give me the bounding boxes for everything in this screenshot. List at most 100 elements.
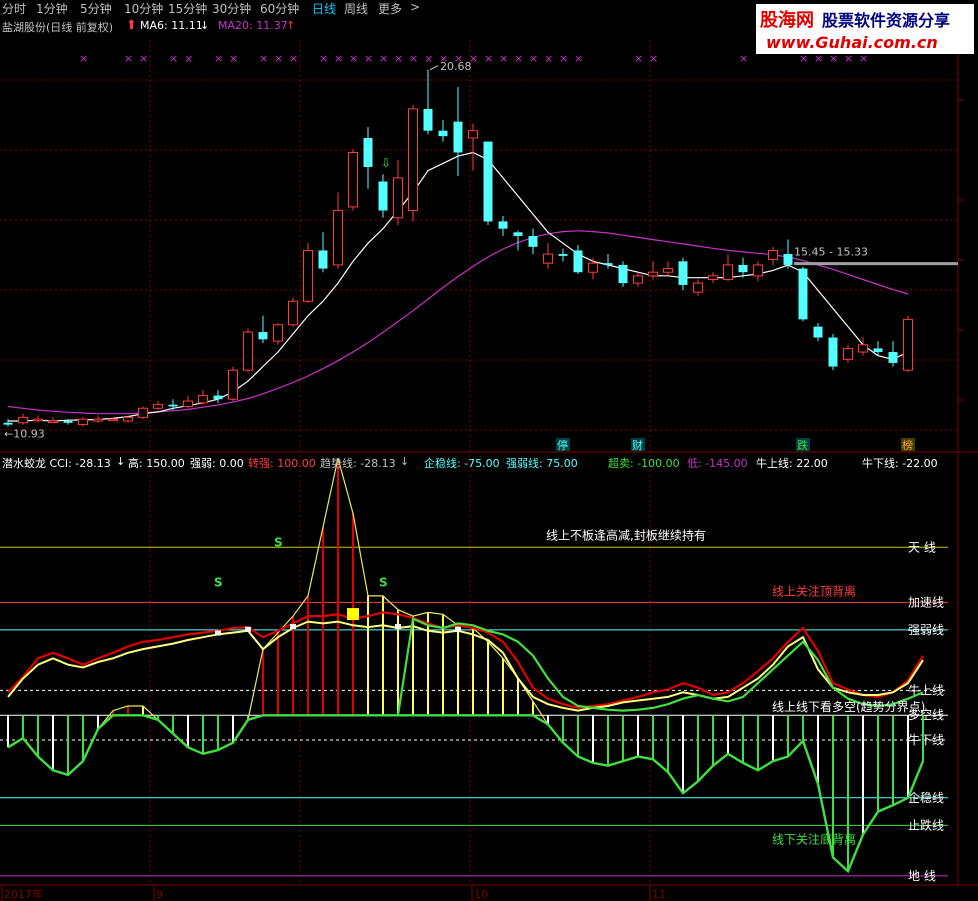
candle-14 bbox=[213, 390, 223, 403]
candle-49 bbox=[738, 257, 748, 278]
candle-body bbox=[483, 141, 493, 222]
candle-body bbox=[453, 121, 463, 153]
signal-cross-15: × bbox=[394, 52, 403, 65]
candle-body bbox=[258, 332, 268, 340]
ma6-arrow-icon: ⬆ bbox=[126, 18, 137, 33]
logo-url: www.Guhai.com.cn bbox=[766, 33, 938, 52]
logo-slogan: 股票软件资源分享 bbox=[822, 11, 950, 30]
candle-body bbox=[423, 108, 433, 131]
candle-33 bbox=[498, 215, 508, 236]
candle-29 bbox=[438, 119, 448, 142]
date-axis: 2017年 9 10 11 bbox=[1, 885, 666, 901]
event-tag-label: 榜 bbox=[902, 438, 913, 452]
candle-body bbox=[558, 254, 568, 256]
legend-bull-down: 牛下线: -22.00 bbox=[862, 457, 938, 470]
site-logo[interactable]: 股海网 股票软件资源分享 www.Guhai.com.cn bbox=[756, 4, 974, 54]
candle-50 bbox=[753, 261, 763, 282]
level-label-7: 止跌线 bbox=[908, 817, 944, 832]
tab-3[interactable]: 10分钟 bbox=[124, 0, 163, 17]
tab-6[interactable]: 60分钟 bbox=[260, 0, 299, 17]
candle-body bbox=[888, 352, 898, 363]
ind-white-marker-2 bbox=[290, 624, 296, 630]
s-mark-1: S bbox=[274, 536, 283, 550]
tab-5[interactable]: 30分钟 bbox=[212, 0, 251, 17]
candle-5 bbox=[78, 417, 88, 427]
tab-8[interactable]: 周线 bbox=[344, 0, 368, 17]
signal-cross-27: × bbox=[574, 52, 583, 65]
signal-cross-28: × bbox=[634, 52, 643, 65]
candle-body bbox=[273, 324, 283, 342]
tab-1[interactable]: 1分钟 bbox=[36, 0, 68, 17]
tab-9[interactable]: 更多 bbox=[378, 0, 402, 17]
candle-16 bbox=[243, 328, 253, 372]
candle-body bbox=[663, 268, 673, 273]
candle-42 bbox=[633, 272, 643, 287]
tab-0[interactable]: 分时 bbox=[2, 0, 26, 17]
candle-body bbox=[138, 407, 148, 418]
signal-arrow-icon: ⇩ bbox=[381, 156, 391, 170]
ind-white-marker-1 bbox=[245, 626, 251, 632]
indicator-annotation-3: 线下关注底背离 bbox=[772, 831, 856, 846]
event-tag-label: 财 bbox=[632, 438, 643, 452]
date-label-2: 10 bbox=[474, 888, 488, 901]
candle-13 bbox=[198, 390, 208, 405]
candle-body bbox=[753, 264, 763, 277]
candle-body bbox=[18, 416, 28, 424]
candle-52 bbox=[783, 239, 793, 269]
candle-32 bbox=[483, 141, 493, 226]
candle-22 bbox=[333, 192, 343, 269]
candle-body bbox=[828, 337, 838, 367]
legend-oversold: 超卖: -100.00 bbox=[608, 457, 680, 470]
event-tag-label: 跌 bbox=[797, 438, 808, 452]
tab-7[interactable]: 日线 bbox=[312, 0, 336, 17]
candle-0 bbox=[3, 419, 13, 427]
candle-body bbox=[363, 137, 373, 167]
date-label-0: 2017年 bbox=[4, 887, 43, 901]
signal-cross-5: × bbox=[214, 52, 223, 65]
ind-white-marker-0 bbox=[215, 630, 221, 636]
signal-cross-17: × bbox=[424, 52, 433, 65]
candle-body bbox=[63, 420, 73, 423]
candle-38 bbox=[573, 245, 583, 275]
tab-2[interactable]: 5分钟 bbox=[80, 0, 112, 17]
legend-cci-arrow: ↓ bbox=[116, 455, 126, 468]
date-label-1: 9 bbox=[156, 888, 163, 901]
candle-26 bbox=[393, 159, 403, 226]
date-label-3: 11 bbox=[652, 888, 666, 901]
candle-body bbox=[93, 418, 103, 422]
signal-cross-3: × bbox=[169, 52, 178, 65]
candle-body bbox=[153, 404, 163, 409]
chart-canvas: × × × × × × × × × × × × × × × × × × × × × × × × × × × × × × × × × × × ×20.6… bbox=[0, 40, 978, 901]
candle-body bbox=[168, 404, 178, 407]
candle-body bbox=[783, 254, 793, 265]
event-tag-1: 财 bbox=[631, 438, 645, 452]
candle-body bbox=[183, 400, 193, 407]
candle-23 bbox=[348, 148, 358, 211]
level-label-5: 牛下线 bbox=[908, 732, 944, 747]
candle-body bbox=[528, 235, 538, 247]
tab-4[interactable]: 15分钟 bbox=[168, 0, 207, 17]
candle-body bbox=[288, 300, 298, 326]
candle-body bbox=[48, 420, 58, 423]
legend-strong-weak: 强弱: 0.00 bbox=[190, 457, 244, 470]
candle-body bbox=[648, 271, 658, 277]
signal-cross-0: × bbox=[79, 52, 88, 65]
tab-10[interactable]: > bbox=[410, 0, 420, 14]
indicator-legend: 潜水蛟龙 CCI: -28.13 ↓ 高: 150.00 强弱: 0.00 转强… bbox=[0, 455, 978, 471]
event-tag-2: 跌 bbox=[796, 438, 810, 452]
candle-53 bbox=[798, 266, 808, 322]
candle-21 bbox=[318, 232, 328, 273]
candle-body bbox=[678, 261, 688, 285]
candle-body bbox=[738, 264, 748, 273]
candle-body bbox=[3, 422, 13, 425]
candle-body bbox=[393, 177, 403, 219]
candle-41 bbox=[618, 261, 628, 287]
stock-title: 盐湖股份(日线 前复权) bbox=[2, 21, 114, 34]
indicator-panel: 天 线加速线强弱线牛上线多空线牛下线企稳线止跌线地 线SSS线上不板逢高减,封板… bbox=[0, 458, 948, 883]
candle-body bbox=[438, 130, 448, 137]
signal-cross-7: × bbox=[259, 52, 268, 65]
signal-cross-26: × bbox=[559, 52, 568, 65]
candle-30 bbox=[453, 87, 463, 177]
candle-37 bbox=[558, 248, 568, 262]
candle-35 bbox=[528, 228, 538, 255]
